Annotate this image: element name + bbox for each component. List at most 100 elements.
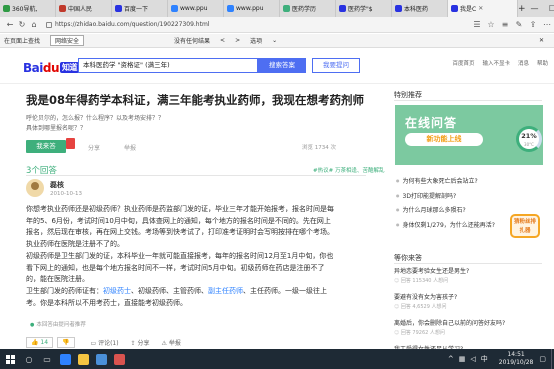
windows-taskbar: ○ ▭ ^ ▦ ◁ 中 14:51 2019/10/28 ▢ xyxy=(0,349,554,369)
answer-line: 年的5、6月份，考试时间10月中旬，具体查网上的通知，每个地方的报名时间是不同的… xyxy=(26,216,331,225)
list-item[interactable]: 离婚后，你会删除自己以前的问答好友吗? 回答 79262 人想问 xyxy=(394,318,542,344)
find-close-icon[interactable]: ✕ xyxy=(539,37,544,44)
recommend-item[interactable]: 身体仅剩1/279，为什么还能再活? xyxy=(396,220,516,235)
report-answer-link[interactable]: ⚠ 举报 xyxy=(162,338,181,347)
volume-icon[interactable]: ◁ xyxy=(470,355,475,363)
browser-tab[interactable]: 中国人民 xyxy=(56,0,112,17)
more-icon[interactable]: ⋯ xyxy=(540,20,554,29)
edge-browser-icon[interactable] xyxy=(56,349,74,369)
hub-icon[interactable]: ≡ xyxy=(498,20,512,29)
performance-gauge[interactable]: 21% 30°C xyxy=(516,126,542,152)
browser-tab[interactable]: 我是C ✕ xyxy=(448,0,518,17)
favicon-icon xyxy=(283,5,290,12)
maximize-icon[interactable]: ☐ xyxy=(544,0,554,17)
task-view-icon[interactable]: ▭ xyxy=(38,349,56,369)
avatar[interactable] xyxy=(26,179,44,197)
favicon-icon xyxy=(339,5,346,12)
favicon-icon xyxy=(3,5,10,12)
favorite-star-icon[interactable]: ☆ xyxy=(484,20,498,29)
view-count: 浏览 1734 次 xyxy=(302,145,336,151)
share-question-link[interactable]: 分享 xyxy=(88,143,100,152)
find-options[interactable]: 选项 xyxy=(250,36,262,45)
question-link[interactable]: 异地恋要考验女生还是男生? xyxy=(394,266,542,275)
notification-icon[interactable]: ▢ xyxy=(539,355,546,363)
answer-body: 你想考执业药师还是初级药师？执业药师是药监部门发的证，毕业三年才能开始报考，报名… xyxy=(26,204,376,309)
clock[interactable]: 14:51 2019/10/28 xyxy=(499,351,534,367)
reading-view-icon[interactable]: ☰ xyxy=(470,20,484,29)
like-button[interactable]: 👍 14 xyxy=(26,336,54,348)
network-icon[interactable]: ▦ xyxy=(459,355,466,363)
browser-tab[interactable]: 本科医药 xyxy=(392,0,448,17)
comment-link[interactable]: ▭ 评论(1) xyxy=(91,338,119,347)
address-bar: ← ↻ ⌂ https://zhidao.baidu.com/question/… xyxy=(0,17,554,33)
waiting-answers-title: 等你来答 xyxy=(394,254,422,262)
recommend-item[interactable]: 3D打印能提解剖吗? xyxy=(396,191,516,206)
top-link[interactable]: 帮助 xyxy=(537,59,548,67)
report-question-link[interactable]: 举报 xyxy=(124,143,136,152)
recommend-list: 为何有些大象死亡后会站立?3D打印能提解剖吗?为什么月球那么多陨石?身体仅剩1/… xyxy=(396,176,516,234)
tab-label: www.ppu xyxy=(236,5,264,12)
home-icon[interactable]: ⌂ xyxy=(28,20,40,29)
chevron-down-icon[interactable]: ⌄ xyxy=(272,37,277,44)
favicon-icon xyxy=(227,5,234,12)
tab-label: 医药学历 xyxy=(292,6,317,13)
browser-tab[interactable]: 百度一下 xyxy=(112,0,168,17)
answer-stat: 回答 4,6529 人想问 xyxy=(394,303,542,310)
dislike-button[interactable]: 👎 xyxy=(57,336,75,348)
find-next-icon[interactable]: > xyxy=(235,37,240,44)
top-link[interactable]: 消息 xyxy=(518,59,529,67)
answer-date: 2010-10-13 xyxy=(50,191,82,197)
promo-badge[interactable]: 猜粉丝排扎器 xyxy=(510,214,540,238)
recommend-item[interactable]: 为什么月球那么多陨石? xyxy=(396,205,516,220)
notes-icon[interactable]: ✎ xyxy=(512,20,526,29)
browser-tab[interactable]: www.ppu xyxy=(168,0,224,17)
photo-app-icon[interactable] xyxy=(110,349,128,369)
browser-tab[interactable]: www.ppu xyxy=(224,0,280,17)
favicon-icon xyxy=(115,5,122,12)
browser-tab[interactable]: 医药学"$ xyxy=(336,0,392,17)
ask-question-button[interactable]: 我要提问 xyxy=(312,58,360,73)
list-item[interactable]: 异地恋要考验女生还是男生? 回答 115340 人想问 xyxy=(394,266,542,292)
answer-line: 你想考执业药师还是初级药师？执业药师是药监部门发的证，毕业三年才能开始报考，报名… xyxy=(26,205,334,213)
ime-icon[interactable]: 中 xyxy=(481,354,488,364)
baidu-zhidao-logo[interactable]: Baidu 知道 xyxy=(23,61,79,75)
list-item[interactable]: 要避有没有女为害孩子? 回答 4,6529 人想问 xyxy=(394,292,542,318)
find-prev-icon[interactable]: < xyxy=(220,37,225,44)
browser-tab-bar: 360导航, 中国人民 百度一下 www.ppu www.ppu 医药学历 医药学"$ 本科医… xyxy=(0,0,554,17)
browser-tab[interactable]: 360导航, xyxy=(0,0,56,17)
new-tab-button[interactable]: + xyxy=(518,0,526,17)
file-explorer-icon[interactable] xyxy=(74,349,92,369)
search-button[interactable]: 搜索答案 xyxy=(258,58,306,73)
browser-tab[interactable]: 医药学历 xyxy=(280,0,336,17)
question-desc-line2: 具体到哪里报名呢？？ xyxy=(26,125,87,132)
store-icon[interactable] xyxy=(92,349,110,369)
search-input[interactable]: 本科医药学 "资格证" (满三年) xyxy=(78,58,258,73)
chevron-up-icon[interactable]: ^ xyxy=(448,355,454,363)
minimize-icon[interactable]: — xyxy=(526,0,544,17)
question-link[interactable]: 要避有没有女为害孩子? xyxy=(394,292,542,301)
find-input[interactable]: 网络安全 xyxy=(50,35,85,46)
back-icon[interactable]: ← xyxy=(4,20,16,29)
top-links: 百度首页 输入不显卡 消息 帮助 xyxy=(444,59,548,67)
tab-label: 医药学"$ xyxy=(348,6,373,13)
hot-topic-tag[interactable]: #热议# 万茶相逢、苦酷解乱 xyxy=(313,166,384,174)
question-desc-line1: 呼伦贝尔的，怎么报？什么程序？以及考场安排？？ xyxy=(26,115,165,122)
refresh-icon[interactable]: ↻ xyxy=(16,20,28,29)
share-answer-link[interactable]: ⇪ 分享 xyxy=(131,338,150,347)
url-field[interactable]: https://zhidao.baidu.com/question/190227… xyxy=(46,21,209,28)
find-label: 在页面上查找 xyxy=(4,38,41,45)
top-link[interactable]: 百度首页 xyxy=(452,59,474,67)
answer-button[interactable]: 我来答 xyxy=(26,140,66,153)
search-icon[interactable]: ○ xyxy=(20,349,38,369)
answer-line: 看下网上的通知，也是每个地方报名时间不一样，考试时间5月中旬。初级药师在药店是注… xyxy=(26,263,325,272)
question-link[interactable]: 离婚后，你会删除自己以前的问答好友吗? xyxy=(394,318,542,327)
top-link[interactable]: 输入不显卡 xyxy=(482,59,510,67)
zhidao-header: Baidu 知道 本科医药学 "资格证" (满三年) 搜索答案 我要提问 百度首页… xyxy=(0,48,554,84)
red-envelope-icon[interactable] xyxy=(66,138,75,149)
windows-start-icon[interactable] xyxy=(0,349,20,369)
window-controls: — ☐ ✕ xyxy=(526,0,554,17)
recommend-item[interactable]: 为何有些大象死亡后会站立? xyxy=(396,176,516,191)
close-tab-icon[interactable]: ✕ xyxy=(478,5,483,12)
answerer-name[interactable]: 磊核 xyxy=(50,180,64,190)
share-icon[interactable]: ⇪ xyxy=(526,20,540,29)
